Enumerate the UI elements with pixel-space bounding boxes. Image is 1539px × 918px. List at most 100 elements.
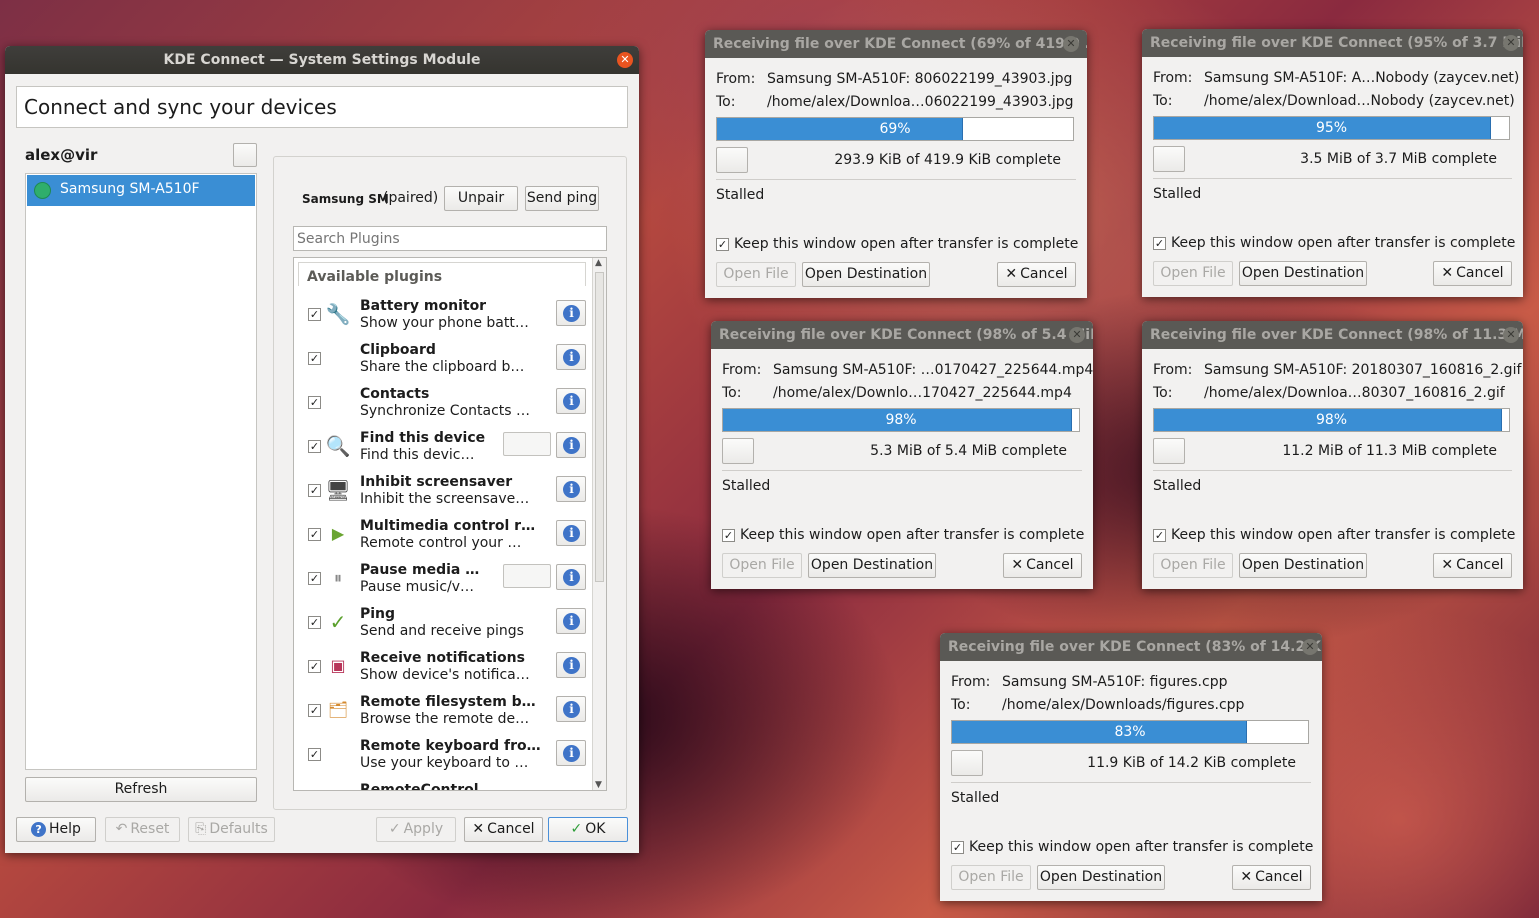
plugin-row[interactable]: ✓ 🔧 Battery monitor Show your phone batt… i <box>298 296 588 340</box>
refresh-button[interactable]: Refresh <box>25 777 257 802</box>
defaults-button[interactable]: ⎘ Defaults <box>188 817 275 842</box>
plugin-enabled-checkbox[interactable]: ✓ <box>308 572 321 585</box>
plugin-row[interactable]: RemoteControl <box>298 780 588 790</box>
plugin-info-button[interactable]: i <box>556 652 586 678</box>
plugin-info-button[interactable]: i <box>556 344 586 370</box>
plugin-row[interactable]: ✓ 🔍 Find this device Find this devic… i <box>298 428 588 472</box>
plugin-info-button[interactable]: i <box>556 696 586 722</box>
plugin-enabled-checkbox[interactable]: ✓ <box>308 484 321 497</box>
device-list[interactable]: Samsung SM-A510F <box>25 173 257 770</box>
close-icon[interactable]: ✕ <box>617 52 633 68</box>
scroll-down-icon[interactable]: ▼ <box>595 780 602 790</box>
help-button[interactable]: ? Help <box>16 817 96 842</box>
close-icon[interactable]: ✕ <box>1503 35 1519 51</box>
plugin-row[interactable]: ✓ ✓ Ping Send and receive pings i <box>298 604 588 648</box>
plugin-row[interactable]: ✓ 🖥 Inhibit screensaver Inhibit the screens… <box>298 472 588 516</box>
window-title: Receiving file over KDE Connect (69% of … <box>713 36 1087 52</box>
plugin-configure-button[interactable] <box>503 432 551 456</box>
plugin-info-button[interactable]: i <box>556 564 586 590</box>
file-preview-button[interactable] <box>951 750 983 776</box>
open-destination-button[interactable]: Open Destination <box>1239 261 1367 286</box>
cancel-transfer-button[interactable]: ✕ Cancel <box>1433 261 1512 286</box>
file-preview-button[interactable] <box>1153 146 1185 172</box>
file-preview-button[interactable] <box>1153 438 1185 464</box>
titlebar[interactable]: Receiving file over KDE Connect (98% of … <box>1142 321 1523 349</box>
plugin-row[interactable]: ✓ 🗂 Remote filesystem b… Browse the remote … <box>298 692 588 736</box>
plugin-enabled-checkbox[interactable]: ✓ <box>308 616 321 629</box>
cancel-transfer-button[interactable]: ✕ Cancel <box>1232 865 1311 890</box>
transfer-amount: 5.3 MiB of 5.4 MiB complete <box>870 443 1067 459</box>
ok-button[interactable]: ✓ OK <box>548 817 628 842</box>
plugin-info-button[interactable]: i <box>556 300 586 326</box>
plugin-enabled-checkbox[interactable]: ✓ <box>308 704 321 717</box>
open-destination-button[interactable]: Open Destination <box>808 553 936 578</box>
close-icon[interactable]: ✕ <box>1063 36 1079 52</box>
plugin-enabled-checkbox[interactable]: ✓ <box>308 308 321 321</box>
plugin-enabled-checkbox[interactable]: ✓ <box>308 396 321 409</box>
send-ping-button[interactable]: Send ping <box>525 186 599 211</box>
cancel-transfer-button[interactable]: ✕ Cancel <box>1003 553 1082 578</box>
plugin-info-button[interactable]: i <box>556 432 586 458</box>
plugin-info-button[interactable]: i <box>556 476 586 502</box>
open-file-button[interactable]: Open File <box>722 553 802 578</box>
transfer-status: Stalled <box>716 187 765 203</box>
close-icon[interactable]: ✕ <box>1302 639 1318 655</box>
plugin-row[interactable]: ✓ ▣ Receive notifications Show device's not… <box>298 648 588 692</box>
open-file-button[interactable]: Open File <box>951 865 1031 890</box>
plugin-name: Receive notifications <box>360 650 525 666</box>
plugin-enabled-checkbox[interactable]: ✓ <box>308 352 321 365</box>
phone-icon <box>34 182 51 199</box>
titlebar[interactable]: Receiving file over KDE Connect (83% of … <box>940 633 1322 661</box>
keep-open-checkbox[interactable]: ✓ <box>1153 529 1166 542</box>
plugin-row[interactable]: ✓ ⏸ Pause media … Pause music/v… i <box>298 560 588 604</box>
titlebar[interactable]: Receiving file over KDE Connect (95% of … <box>1142 29 1523 57</box>
info-icon: i <box>563 701 580 718</box>
cancel-transfer-button[interactable]: ✕ Cancel <box>1433 553 1512 578</box>
keep-open-checkbox[interactable]: ✓ <box>722 529 735 542</box>
keep-open-checkbox[interactable]: ✓ <box>1153 237 1166 250</box>
search-plugins-input[interactable] <box>293 226 607 251</box>
plugin-description: Synchronize Contacts … <box>360 403 531 419</box>
titlebar[interactable]: KDE Connect — System Settings Module ✕ <box>5 46 639 74</box>
open-destination-button[interactable]: Open Destination <box>1239 553 1367 578</box>
plugin-list[interactable]: Available plugins ✓ 🔧 Battery monitor Show … <box>293 257 607 791</box>
unpair-button[interactable]: Unpair <box>444 186 518 211</box>
plugin-enabled-checkbox[interactable]: ✓ <box>308 748 321 761</box>
plugin-enabled-checkbox[interactable]: ✓ <box>308 440 321 453</box>
close-icon[interactable]: ✕ <box>1069 327 1085 343</box>
cancel-button[interactable]: ✕ Cancel <box>464 817 543 842</box>
plugin-scrollbar[interactable]: ▲ ▼ <box>592 258 606 790</box>
file-preview-button[interactable] <box>716 147 748 173</box>
plugin-row[interactable]: ✓ Remote keyboard fro… Use your keyboard t… <box>298 736 588 780</box>
plugin-info-button[interactable]: i <box>556 388 586 414</box>
open-file-button[interactable]: Open File <box>716 262 796 287</box>
host-rename-button[interactable] <box>233 143 257 167</box>
open-destination-button[interactable]: Open Destination <box>1037 865 1165 890</box>
plugin-info-button[interactable]: i <box>556 520 586 546</box>
file-preview-button[interactable] <box>722 438 754 464</box>
open-file-button[interactable]: Open File <box>1153 553 1233 578</box>
plugin-enabled-checkbox[interactable]: ✓ <box>308 660 321 673</box>
keep-open-checkbox[interactable]: ✓ <box>951 841 964 854</box>
window-title: KDE Connect — System Settings Module <box>163 52 481 68</box>
close-icon[interactable]: ✕ <box>1503 327 1519 343</box>
keep-open-checkbox[interactable]: ✓ <box>716 238 729 251</box>
reset-button[interactable]: ↶ Reset <box>105 817 180 842</box>
scroll-up-icon[interactable]: ▲ <box>595 258 602 268</box>
cancel-transfer-button[interactable]: ✕ Cancel <box>997 262 1076 287</box>
open-destination-button[interactable]: Open Destination <box>802 262 930 287</box>
titlebar[interactable]: Receiving file over KDE Connect (98% of … <box>711 321 1093 349</box>
plugin-row[interactable]: ✓ Contacts Synchronize Contacts … i <box>298 384 588 428</box>
plugin-row[interactable]: ✓ Clipboard Share the clipboard b… i <box>298 340 588 384</box>
titlebar[interactable]: Receiving file over KDE Connect (69% of … <box>705 30 1087 58</box>
device-item-samsung[interactable]: Samsung SM-A510F <box>27 175 255 206</box>
apply-button[interactable]: ✓ Apply <box>376 817 456 842</box>
plugin-name: Contacts <box>360 386 430 402</box>
plugin-info-button[interactable]: i <box>556 608 586 634</box>
plugin-enabled-checkbox[interactable]: ✓ <box>308 528 321 541</box>
plugin-configure-button[interactable] <box>503 564 551 588</box>
scrollbar-thumb[interactable] <box>595 272 604 582</box>
plugin-info-button[interactable]: i <box>556 740 586 766</box>
open-file-button[interactable]: Open File <box>1153 261 1233 286</box>
plugin-row[interactable]: ✓ ▶ Multimedia control r… Remote control yo… <box>298 516 588 560</box>
